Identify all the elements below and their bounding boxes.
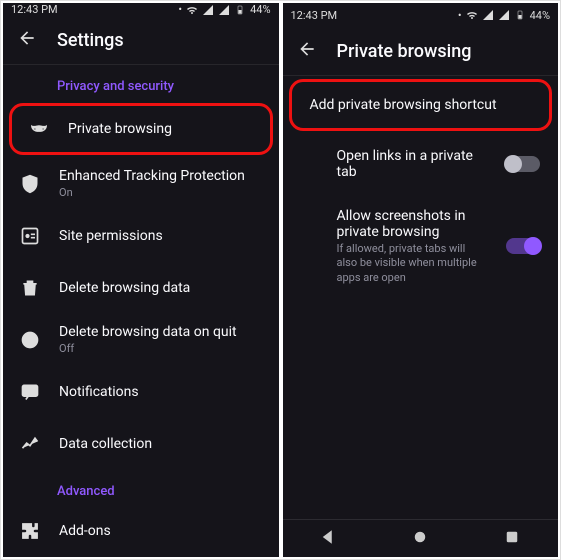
row-sub: If allowed, private tabs will also be vi… [337,242,481,285]
row-label: Add-ons [59,523,263,539]
screenshots-row[interactable]: Allow screenshots in private browsing If… [283,194,559,299]
app-header: Private browsing [283,27,559,76]
chart-icon [19,434,41,454]
page-title: Private browsing [337,41,472,62]
battery-icon [234,4,246,16]
nav-back-icon[interactable] [319,528,337,550]
system-nav [283,519,559,557]
shield-icon [19,174,41,194]
add-shortcut-row[interactable]: Add private browsing shortcut [289,79,553,131]
back-arrow-icon[interactable] [297,39,317,63]
dot-icon: • [178,3,182,16]
row-label: Delete browsing data on quit [59,324,263,340]
signal-icon [482,9,494,21]
dot-icon: • [458,9,462,22]
nav-home-icon[interactable] [411,528,429,550]
open-links-row[interactable]: Open links in a private tab [283,134,559,194]
delete-data-row[interactable]: Delete browsing data [3,262,279,314]
battery-icon [514,9,526,21]
permissions-icon [19,226,41,246]
row-sub: Off [59,342,263,356]
wifi-icon [466,9,478,21]
signal-icon [202,4,214,16]
delete-quit-row[interactable]: Delete browsing data on quit Off [3,314,279,366]
mask-icon [28,119,50,139]
signal2-icon [498,9,510,21]
chat-icon [19,382,41,402]
wifi-icon [186,4,198,16]
back-arrow-icon[interactable] [17,28,37,52]
app-header: Settings [3,16,279,65]
row-label: Enhanced Tracking Protection [59,168,263,184]
site-permissions-row[interactable]: Site permissions [3,210,279,262]
battery-pct: 44% [250,3,270,16]
nav-recent-icon[interactable] [503,528,521,550]
screenshots-toggle[interactable] [506,238,540,254]
private-browsing-row[interactable]: Private browsing [9,103,273,155]
row-label: Site permissions [59,228,263,244]
status-bar: 12:43 PM • 44% [3,3,279,16]
row-label: Allow screenshots in private browsing [337,208,481,240]
status-bar: 12:43 PM • 44% [283,3,559,27]
signal2-icon [218,4,230,16]
etp-row[interactable]: Enhanced Tracking Protection On [3,158,279,210]
status-time: 12:43 PM [11,3,58,16]
addons-row[interactable]: Add-ons [3,505,279,557]
section-advanced: Advanced [3,470,279,505]
data-collection-row[interactable]: Data collection [3,418,279,470]
section-privacy: Privacy and security [3,65,279,100]
row-label: Notifications [59,384,263,400]
row-label: Data collection [59,436,263,452]
row-label: Delete browsing data [59,280,263,296]
trash-icon [19,278,41,298]
row-sub: On [59,186,263,200]
row-label: Open links in a private tab [337,148,481,180]
battery-pct: 44% [530,9,550,22]
open-links-toggle[interactable] [506,156,540,172]
row-label: Add private browsing shortcut [310,97,524,113]
status-time: 12:43 PM [291,9,338,22]
page-title: Settings [57,30,124,51]
close-circle-icon [19,330,41,350]
row-label: Private browsing [68,121,254,137]
notifications-row[interactable]: Notifications [3,366,279,418]
puzzle-icon [19,521,41,541]
